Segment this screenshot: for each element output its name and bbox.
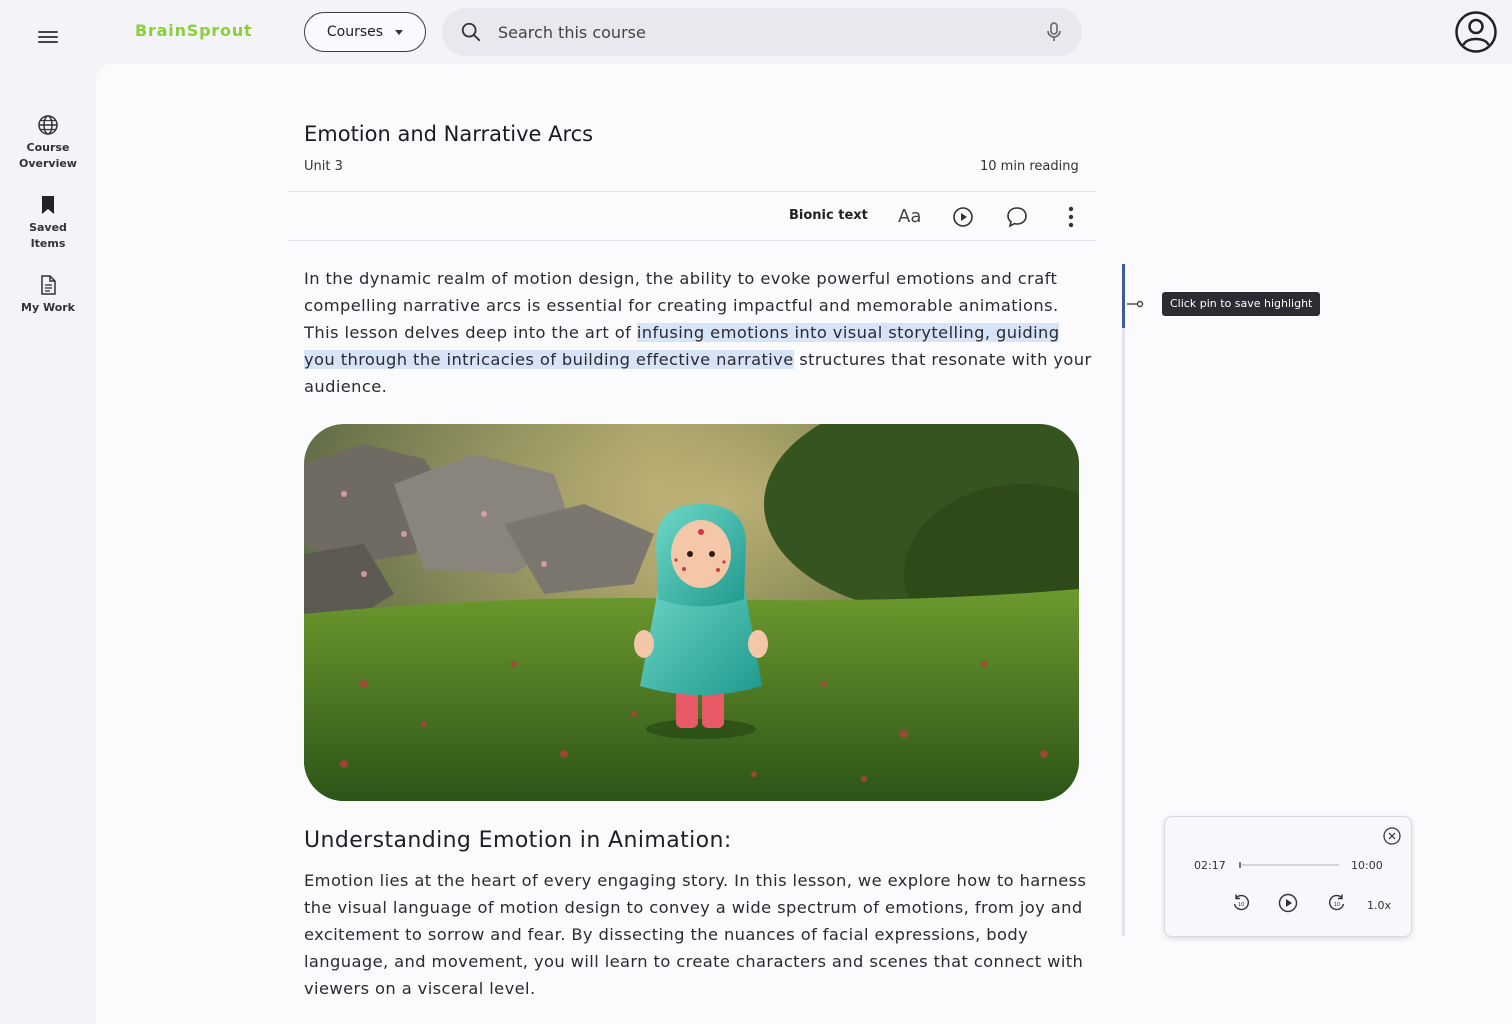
section-heading: Understanding Emotion in Animation:: [304, 828, 732, 853]
playback-speed[interactable]: 1.0x: [1367, 899, 1391, 912]
audio-player: 02:17 10:00 10 10 1.0x: [1164, 816, 1412, 937]
current-time: 02:17: [1194, 859, 1226, 872]
user-avatar-icon[interactable]: [1454, 10, 1498, 54]
rewind-10-icon[interactable]: 10: [1231, 893, 1251, 913]
top-bar: BrainSprout Courses: [0, 0, 1512, 64]
svg-text:10: 10: [1238, 902, 1244, 908]
sidebar-item-label: Saved: [29, 221, 67, 234]
document-icon: [41, 275, 56, 295]
courses-label: Courses: [326, 24, 384, 40]
courses-dropdown[interactable]: Courses: [304, 12, 426, 52]
total-time: 10:00: [1351, 859, 1383, 872]
app-logo[interactable]: BrainSprout: [135, 21, 252, 40]
lesson-title: Emotion and Narrative Arcs: [304, 122, 594, 146]
sidebar-item-label: Course: [26, 141, 70, 154]
play-audio-icon[interactable]: [952, 206, 974, 228]
highlight-rail: [1122, 264, 1125, 936]
microphone-icon[interactable]: [1044, 21, 1064, 43]
progress-bar[interactable]: [1239, 862, 1339, 868]
intro-paragraph: In the dynamic realm of motion design, t…: [304, 265, 1094, 400]
more-options-icon[interactable]: [1060, 205, 1082, 229]
svg-text:10: 10: [1334, 902, 1340, 908]
comment-icon[interactable]: [1005, 205, 1029, 229]
caret-down-icon: [395, 29, 404, 35]
search-input[interactable]: [498, 18, 1018, 46]
search-icon[interactable]: [460, 21, 482, 43]
forward-10-icon[interactable]: 10: [1327, 893, 1347, 913]
sidebar-item-label: Items: [30, 237, 66, 250]
lesson-panel: Emotion and Narrative Arcs Unit 3 10 min…: [96, 64, 1512, 1024]
body-paragraph: Emotion lies at the heart of every engag…: [304, 871, 1087, 998]
sidebar: Course Overview Saved Items My Work: [0, 64, 96, 1024]
sidebar-item-my-work[interactable]: My Work: [0, 274, 96, 316]
lesson-unit: Unit 3: [304, 159, 343, 174]
play-icon[interactable]: [1278, 893, 1298, 913]
divider: [288, 240, 1096, 241]
highlight-tooltip: Click pin to save highlight: [1162, 292, 1321, 316]
sidebar-item-saved-items[interactable]: Saved Items: [0, 194, 96, 252]
search-bar: [442, 8, 1082, 56]
pin-icon[interactable]: [1125, 294, 1145, 314]
font-size-button[interactable]: Aa: [898, 206, 921, 227]
sidebar-item-course-overview[interactable]: Course Overview: [0, 114, 96, 172]
divider: [288, 191, 1096, 192]
menu-icon[interactable]: [36, 28, 60, 52]
close-icon[interactable]: [1383, 827, 1401, 845]
sidebar-item-label: My Work: [21, 301, 75, 314]
sidebar-item-label: Overview: [19, 157, 77, 170]
reading-time: 10 min reading: [980, 159, 1079, 174]
bookmark-icon: [42, 196, 54, 214]
lesson-hero-image: [304, 424, 1079, 801]
progress-fill: [1239, 862, 1241, 868]
globe-icon: [38, 115, 58, 135]
bionic-text-button[interactable]: Bionic text: [789, 208, 868, 223]
